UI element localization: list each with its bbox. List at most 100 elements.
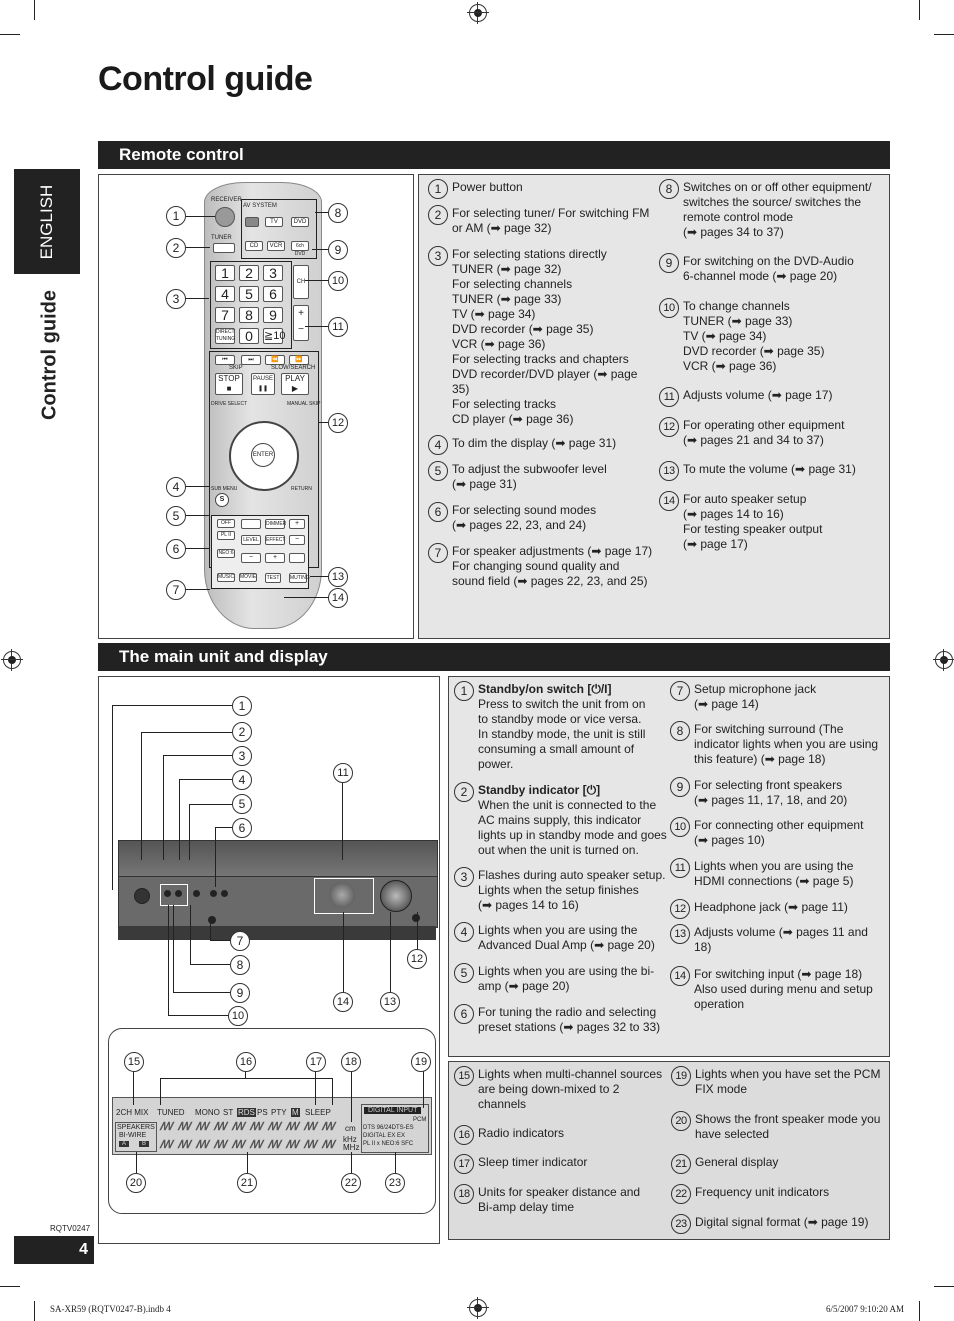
display-segment: ꟿꟿ — [249, 1121, 263, 1151]
display-callout: 15 — [124, 1052, 144, 1072]
unit-item: 14 For switching input (➡ page 18) Also u… — [670, 966, 888, 1012]
crop-mark — [934, 34, 954, 35]
item-number: 17 — [454, 1154, 474, 1174]
remote-callout: 7 — [166, 580, 186, 600]
display-segment: ꟿꟿ — [231, 1121, 245, 1151]
display-label-sleep: SLEEP — [305, 1108, 331, 1117]
item-number: 10 — [670, 817, 690, 837]
leader-line — [185, 486, 210, 487]
display-label-tuned: TUNED — [157, 1108, 185, 1117]
leader-line — [160, 1078, 161, 1105]
numeric-key: 9 — [263, 307, 283, 323]
remote-item: 7 For speaker adjustments (➡ page 17) For… — [428, 543, 658, 589]
section-heading-main-unit: The main unit and display — [98, 643, 890, 671]
item-text: Shows the front speaker mode you have se… — [695, 1112, 881, 1141]
remote-callout: 11 — [328, 317, 348, 337]
remote-item: 3 For selecting stations directly TUNER (… — [428, 246, 653, 427]
item-text: For switching input (➡ page 18) Also use… — [694, 967, 873, 1011]
unit-item: 4 Lights when you are using the Advanced … — [454, 922, 674, 953]
remote-dvd-button: DVD — [291, 217, 309, 227]
remote-item: 8 Switches on or off other equipment/ swi… — [659, 179, 884, 240]
numeric-key: 7 — [215, 307, 235, 323]
fast-forward-button: ⏩ — [289, 355, 309, 365]
display-callout: 18 — [341, 1052, 361, 1072]
item-title: Standby indicator [⏻] — [478, 783, 601, 797]
display-descriptions-panel: 15 Lights when multi-channel sources are … — [448, 1061, 890, 1240]
item-number: 8 — [670, 721, 690, 741]
enter-button: ENTER — [251, 443, 275, 467]
page-number: 4 — [14, 1236, 94, 1264]
remote-label-sub-menu: SUB MENU — [211, 486, 238, 492]
main-unit-illustration — [118, 840, 438, 940]
unit-item: 11 Lights when you are using the HDMI con… — [670, 858, 888, 889]
leader-line — [310, 576, 330, 577]
unit-item: 3 Flashes during auto speaker setup. Ligh… — [454, 867, 674, 913]
display-label-mhz: MHz — [343, 1143, 360, 1152]
item-number: 9 — [670, 777, 690, 797]
registration-mark-icon — [467, 2, 489, 24]
side-section-label-text: Control guide — [38, 290, 61, 420]
display-label-b: B — [139, 1141, 150, 1147]
numeric-key: 8 — [239, 307, 259, 323]
numeric-key: 6 — [263, 286, 283, 302]
leader-line — [190, 964, 230, 965]
leader-line — [342, 782, 343, 860]
unit-callout: 4 — [232, 770, 252, 790]
unit-callout: 13 — [380, 992, 400, 1012]
unit-item: 8 For switching surround (The indicator l… — [670, 721, 888, 767]
item-text: Sleep timer indicator — [478, 1155, 588, 1169]
unit-callout: 2 — [232, 722, 252, 742]
display-label-bi-wire: BI-WIRE — [119, 1132, 147, 1139]
input-selector-knob — [329, 882, 355, 908]
remote-item: 13 To mute the volume (➡ page 31) — [659, 461, 884, 481]
av-system-power-button — [245, 217, 259, 227]
crop-mark — [0, 34, 20, 35]
item-number: 12 — [659, 417, 679, 437]
play-label: PLAY — [285, 374, 305, 383]
display-label-pty: PTY — [271, 1108, 287, 1117]
display-segment: ꟿꟿ — [285, 1121, 299, 1151]
dimmer-button: DIMMER — [265, 519, 287, 529]
skip-back-button: ⏮ — [215, 355, 235, 365]
unit-item: 9 For selecting front speakers (➡ pages 1… — [670, 777, 888, 808]
language-tab: ENGLISH — [14, 169, 80, 274]
item-number: 11 — [659, 387, 679, 407]
leader-line — [351, 1152, 352, 1174]
item-text: Setup microphone jack (➡ page 14) — [694, 682, 817, 711]
channel-rocker: CH — [293, 265, 309, 299]
item-text: Lights when you are using the HDMI conne… — [694, 859, 854, 888]
display-label-dts: DTS 96/24DTS-ES — [363, 1125, 414, 1131]
remote-tuner-button — [213, 243, 235, 253]
remote-item: 6 For selecting sound modes (➡ pages 22, … — [428, 502, 653, 533]
display-item: 16 Radio indicators — [454, 1125, 674, 1145]
remote-callout: 6 — [166, 539, 186, 559]
tv-av-button — [289, 553, 305, 563]
item-number: 22 — [671, 1184, 691, 1204]
tv-vol-up-button: + — [289, 519, 305, 529]
display-callout: 23 — [385, 1173, 405, 1193]
display-item: 20 Shows the front speaker mode you have … — [671, 1111, 889, 1142]
item-number: 2 — [428, 205, 448, 225]
surround-button — [193, 890, 200, 897]
receiver-power-button — [215, 207, 235, 227]
item-number: 19 — [671, 1066, 691, 1086]
item-text: To change channels TUNER (➡ page 33) TV … — [683, 299, 825, 373]
play-button: PLAY ▶ — [281, 373, 309, 395]
item-number: 23 — [671, 1214, 691, 1234]
leader-line — [190, 905, 191, 964]
item-text: For selecting stations directly TUNER (➡… — [452, 247, 638, 426]
remote-callout: 14 — [328, 588, 348, 608]
leader-line — [173, 992, 230, 993]
language-tab-label: ENGLISH — [37, 184, 56, 259]
item-title: Standby/on switch [⏻/I] — [478, 682, 612, 696]
item-text: Flashes during auto speaker setup. Light… — [478, 868, 666, 912]
item-text: General display — [695, 1155, 779, 1169]
item-number: 18 — [454, 1184, 474, 1204]
stop-label: STOP — [218, 374, 240, 383]
remote-6ch-dvd-button: 6ch DVD — [291, 241, 309, 257]
tune-up-button — [221, 890, 228, 897]
item-text: To adjust the subwoofer level (➡ page 31… — [452, 462, 607, 491]
display-segment: ꟿꟿ — [159, 1121, 173, 1151]
leader-line — [185, 247, 210, 248]
item-number: 4 — [454, 922, 474, 942]
